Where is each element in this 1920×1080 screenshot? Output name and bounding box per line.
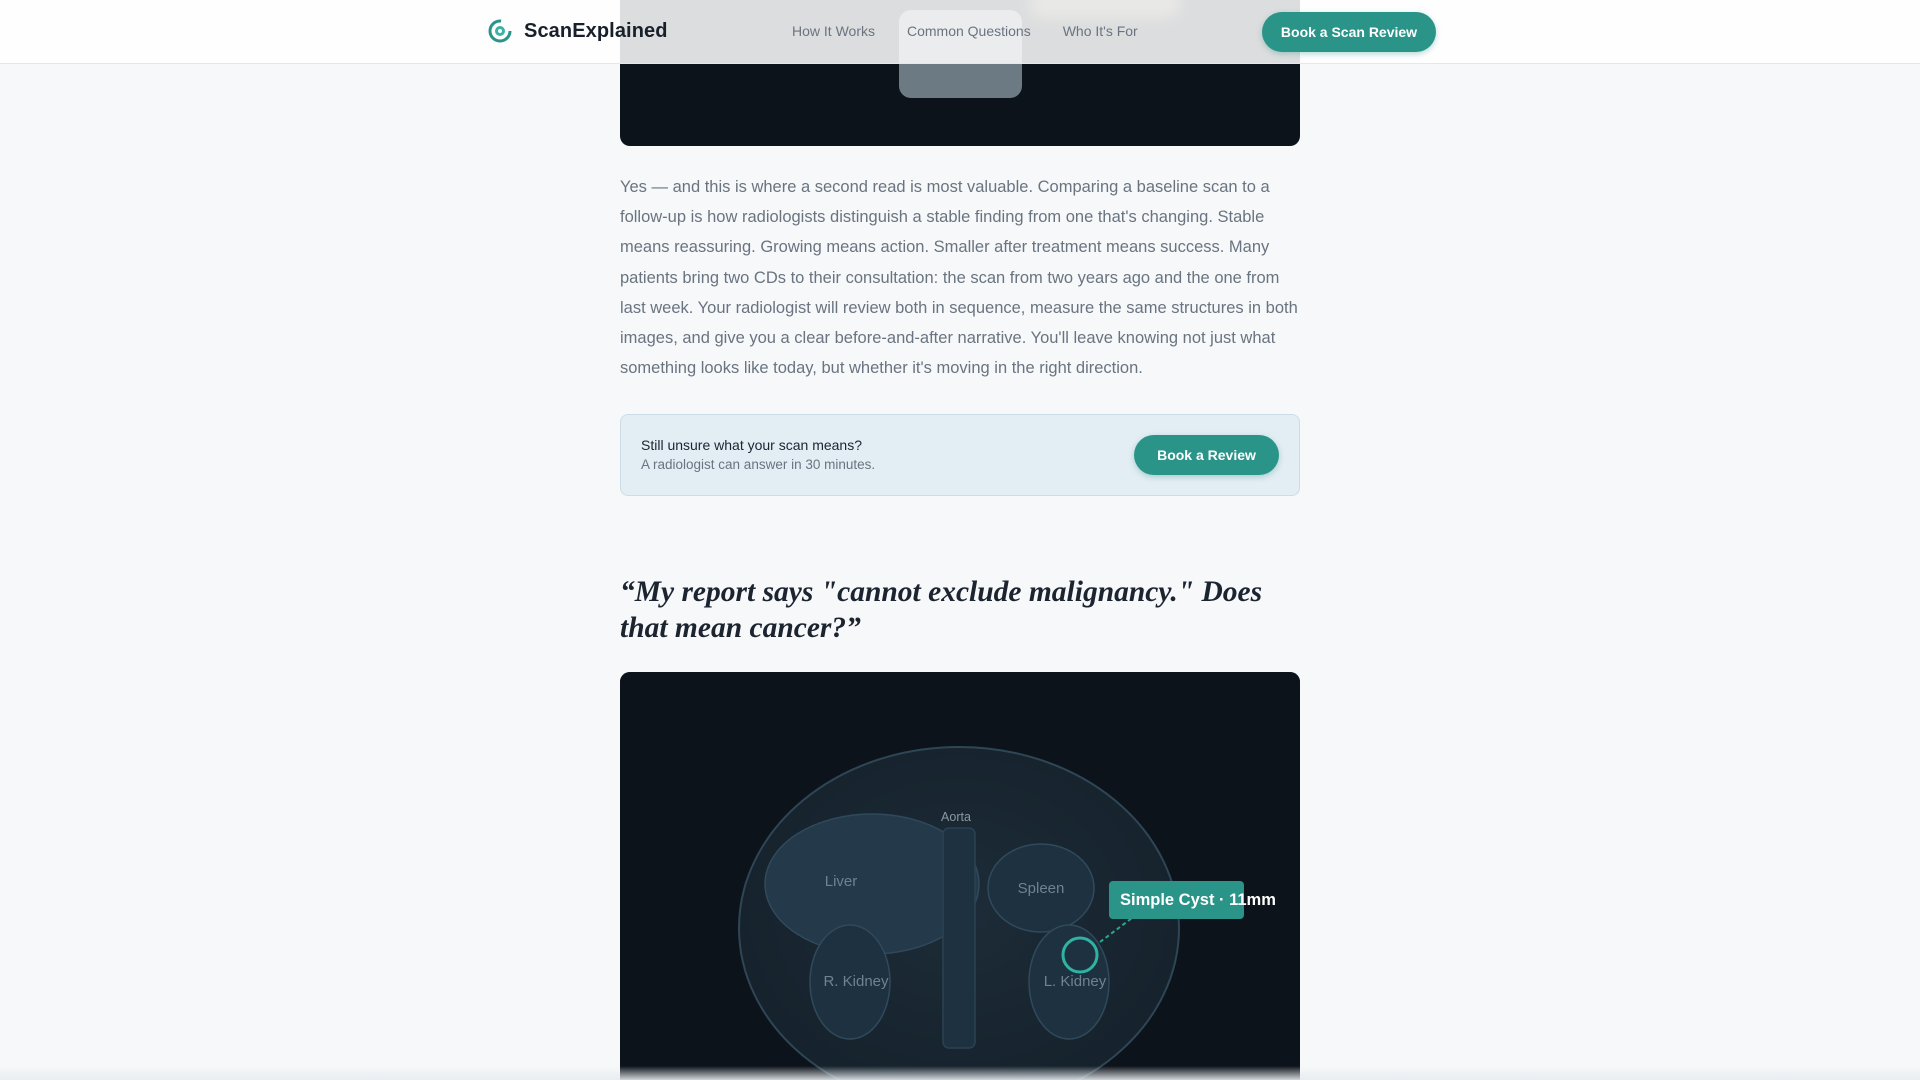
abdomen-scan-diagram: Aorta Liver Spleen R. Kidney L. Kidney S… bbox=[620, 672, 1300, 1080]
finding-label: Simple Cyst · 11mm bbox=[1120, 891, 1276, 909]
answer-paragraph: Yes — and this is where a second read is… bbox=[620, 178, 1298, 378]
spleen-label: Spleen bbox=[1018, 880, 1065, 897]
cta-card-title: Still unsure what your scan means? bbox=[641, 437, 862, 453]
brand-logo[interactable]: ScanExplained bbox=[488, 19, 668, 43]
nav-common-questions[interactable]: Common Questions bbox=[907, 23, 1031, 39]
viewport-bottom-edge bbox=[0, 1066, 1920, 1080]
main-nav: How It Works Common Questions Who It's F… bbox=[792, 23, 1138, 39]
question-heading: “My report says "cannot exclude malignan… bbox=[620, 576, 1263, 644]
site-header: ScanExplained How It Works Common Questi… bbox=[0, 0, 1920, 64]
book-scan-review-button[interactable]: Book a Scan Review bbox=[1262, 12, 1436, 52]
aorta-shape bbox=[942, 827, 976, 1049]
nav-how-it-works[interactable]: How It Works bbox=[792, 23, 875, 39]
aorta-label: Aorta bbox=[941, 810, 971, 824]
cta-card-subtitle: A radiologist can answer in 30 minutes. bbox=[641, 457, 876, 472]
brand-name: ScanExplained bbox=[524, 19, 668, 42]
nav-who-its-for[interactable]: Who It's For bbox=[1063, 23, 1138, 39]
cta-card: Still unsure what your scan means? A rad… bbox=[620, 414, 1300, 496]
book-review-button[interactable]: Book a Review bbox=[1134, 435, 1279, 475]
logo-icon bbox=[488, 19, 512, 43]
abdomen-cross-section: Aorta Liver Spleen R. Kidney L. Kidney bbox=[620, 672, 1300, 1080]
left-kidney-label: L. Kidney bbox=[1044, 973, 1107, 990]
liver-label: Liver bbox=[825, 873, 858, 890]
right-kidney-label: R. Kidney bbox=[823, 973, 889, 990]
